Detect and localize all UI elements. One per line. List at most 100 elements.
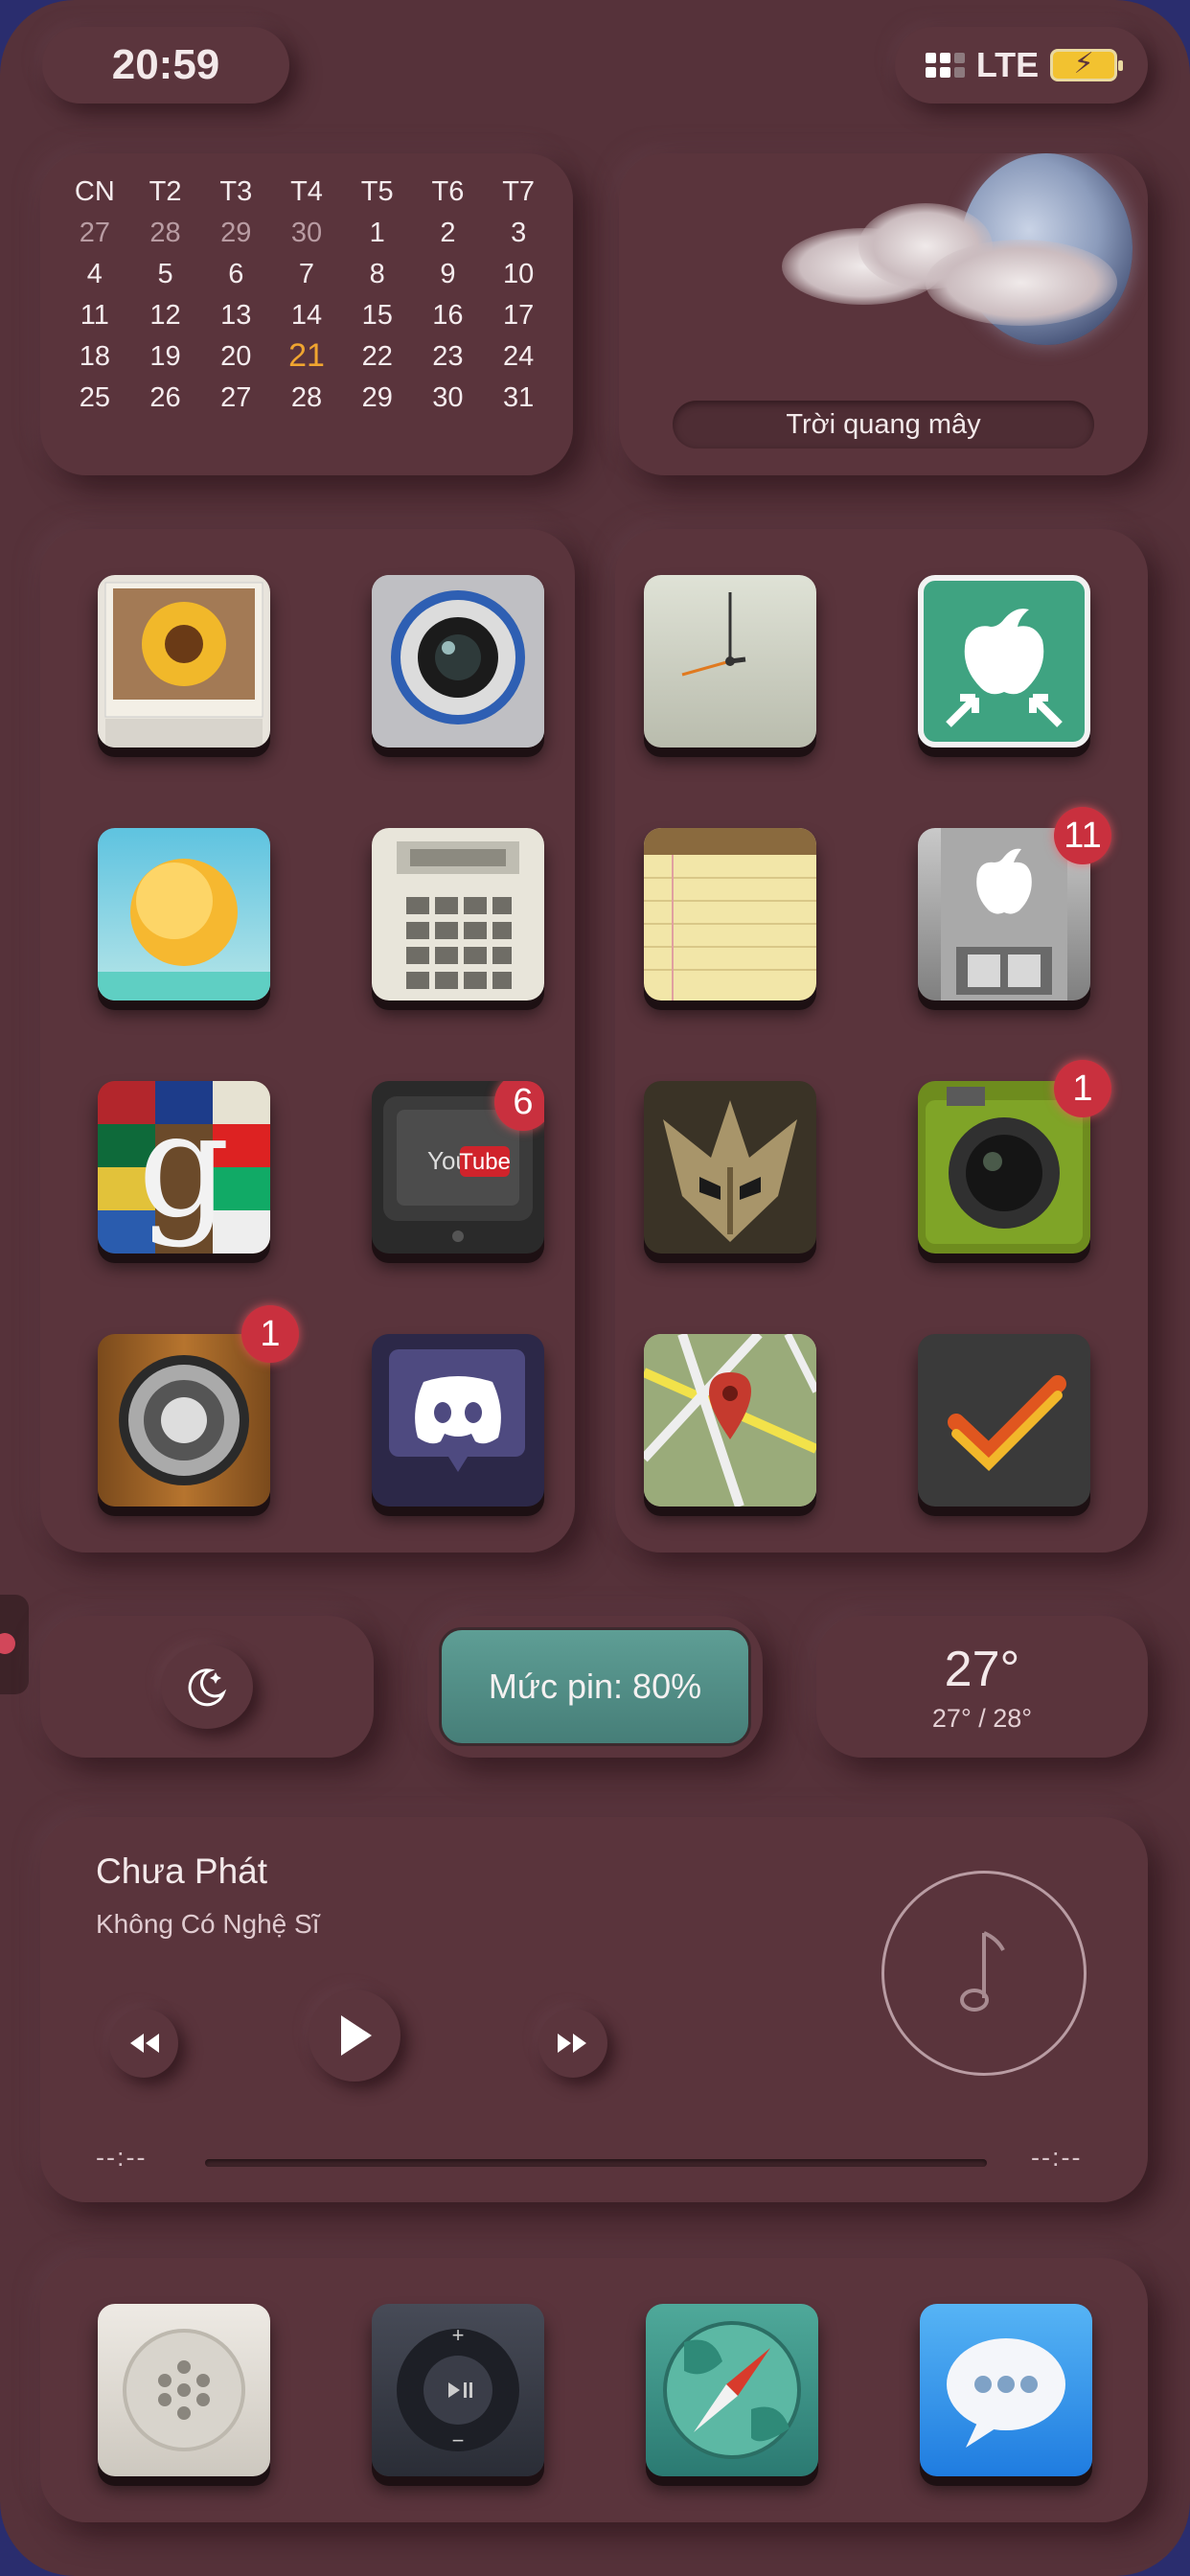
calendar-day: 13 xyxy=(220,300,252,331)
cloud-icon xyxy=(926,240,1117,326)
svg-text:g: g xyxy=(138,1083,230,1250)
calendar-day: 22 xyxy=(361,341,393,372)
tasks-checkmark-icon[interactable] xyxy=(918,1334,1090,1506)
discord-icon[interactable] xyxy=(372,1334,544,1506)
speaker-music-icon[interactable]: 1 xyxy=(98,1305,299,1506)
weekday-header: CN xyxy=(74,176,115,207)
battery-charging-icon: ⚡ xyxy=(1050,48,1124,81)
camera-lens-icon[interactable] xyxy=(372,575,544,748)
dock: + − xyxy=(40,2258,1148,2522)
calendar-day: 9 xyxy=(440,259,456,289)
app-folder-left: g You Tube 6 1 xyxy=(40,529,575,1552)
calendar-day: 2 xyxy=(440,218,456,248)
calendar-day: 29 xyxy=(220,218,252,248)
album-art-placeholder xyxy=(881,1871,1087,2076)
notification-badge: 1 xyxy=(241,1305,299,1363)
calendar-day-today: 21 xyxy=(288,337,325,374)
status-indicators: LTE ⚡ xyxy=(895,27,1148,104)
focus-widget xyxy=(40,1616,374,1758)
calendar-day: 27 xyxy=(220,382,252,413)
calendar-day: 4 xyxy=(86,259,103,289)
maps-pin-icon[interactable] xyxy=(644,1334,816,1506)
app-folder-right: 11 1 xyxy=(615,529,1148,1552)
google-flags-icon[interactable]: g xyxy=(98,1081,270,1254)
weather-condition: Trời quang mây xyxy=(673,401,1094,448)
fast-forward-button[interactable] xyxy=(538,2009,607,2078)
calendar-day: 28 xyxy=(149,218,181,248)
play-icon xyxy=(341,2015,372,2056)
battery-widget[interactable]: Mức pin: 80% xyxy=(427,1616,763,1758)
warrior-helmet-game-icon[interactable] xyxy=(644,1081,816,1254)
fast-forward-icon xyxy=(558,2034,586,2053)
calendar-day: 28 xyxy=(290,382,323,413)
calendar-day: 27 xyxy=(79,218,110,248)
calendar-day: 17 xyxy=(503,300,535,331)
elapsed-time: --:-- xyxy=(96,2143,148,2172)
calendar-day: 26 xyxy=(149,382,181,413)
weekday-header: T4 xyxy=(290,176,323,207)
calendar-widget[interactable]: CN T2 T3 T4 T5 T6 T7 27 28 29 30 1 2 3 4 5 6 7 8 9 10 11 12 13 1… xyxy=(40,153,573,475)
temperature-widget[interactable]: 27° 27° / 28° xyxy=(816,1616,1148,1758)
calendar-day: 8 xyxy=(369,259,385,289)
ipod-shuffle-icon[interactable]: + − xyxy=(372,2304,544,2476)
calendar-day: 6 xyxy=(228,259,244,289)
messages-icon[interactable] xyxy=(920,2304,1092,2476)
weekday-header: T2 xyxy=(149,176,182,207)
weather-widget[interactable]: Trời quang mây xyxy=(619,153,1148,475)
photos-sunflower-icon[interactable] xyxy=(98,575,270,748)
play-button[interactable] xyxy=(309,1990,400,2082)
calendar-day: 14 xyxy=(290,300,323,331)
calendar-day: 29 xyxy=(361,382,393,413)
weather-sun-icon[interactable] xyxy=(98,828,270,1000)
notification-badge: 11 xyxy=(1054,807,1111,864)
safari-compass-icon[interactable] xyxy=(646,2304,818,2476)
current-temperature: 27° xyxy=(944,1642,1020,1697)
calendar-day: 7 xyxy=(298,259,315,289)
rewind-icon xyxy=(130,2034,159,2053)
calendar-grid: CN T2 T3 T4 T5 T6 T7 27 28 29 30 1 2 3 4 5 6 7 8 9 10 11 12 13 1… xyxy=(59,176,554,414)
music-widget: Chưa Phát Không Có Nghệ Sĩ --:-- --:-- xyxy=(40,1817,1148,2202)
calendar-day: 10 xyxy=(503,259,535,289)
calendar-day: 11 xyxy=(80,300,109,331)
calendar-day: 5 xyxy=(157,259,173,289)
calendar-day: 30 xyxy=(432,382,464,413)
clock-icon[interactable] xyxy=(644,575,816,748)
rewind-button[interactable] xyxy=(109,2009,178,2078)
temperature-range: 27° / 28° xyxy=(931,1704,1033,1733)
home-screen: 20:59 LTE ⚡ CN T2 T3 T4 T5 T6 T7 27 28 29 30 1 2 3 4 5 6… xyxy=(0,0,1190,2576)
calendar-day: 19 xyxy=(149,341,181,372)
calendar-day: 15 xyxy=(361,300,393,331)
calculator-icon[interactable] xyxy=(372,828,544,1000)
progress-track[interactable] xyxy=(205,2159,987,2167)
calendar-day: 16 xyxy=(432,300,464,331)
app-store-sign-icon[interactable] xyxy=(918,575,1090,748)
green-camera-icon[interactable]: 1 xyxy=(918,1060,1111,1254)
calendar-day: 24 xyxy=(503,341,535,372)
svg-text:−: − xyxy=(452,2428,465,2452)
calendar-day: 3 xyxy=(511,218,527,248)
calendar-day: 12 xyxy=(149,300,181,331)
network-label: LTE xyxy=(975,45,1040,84)
calendar-day: 1 xyxy=(369,218,385,248)
notification-badge: 1 xyxy=(1054,1060,1111,1117)
weekday-header: T3 xyxy=(219,176,253,207)
side-tab-handle[interactable] xyxy=(0,1595,29,1694)
phone-icon[interactable] xyxy=(98,2304,270,2476)
signal-icon xyxy=(925,53,965,78)
weekday-header: T6 xyxy=(431,176,465,207)
battery-level-label: Mức pin: 80% xyxy=(439,1627,751,1746)
weekday-header: T5 xyxy=(360,176,394,207)
calendar-day: 30 xyxy=(290,218,323,248)
notes-legal-pad-icon[interactable] xyxy=(644,828,816,1000)
moon-sleep-icon[interactable] xyxy=(161,1644,253,1729)
remaining-time: --:-- xyxy=(1031,2143,1083,2172)
calendar-day: 25 xyxy=(79,382,110,413)
svg-text:+: + xyxy=(452,2323,465,2347)
time-text: 20:59 xyxy=(111,41,220,88)
calendar-day: 23 xyxy=(432,341,464,372)
calendar-day: 31 xyxy=(503,382,535,413)
weekday-header: T7 xyxy=(502,176,536,207)
youtube-tv-icon[interactable]: You Tube 6 xyxy=(372,1081,544,1254)
artist-name: Không Có Nghệ Sĩ xyxy=(96,1909,320,1939)
apple-store-icon[interactable]: 11 xyxy=(918,807,1111,1000)
